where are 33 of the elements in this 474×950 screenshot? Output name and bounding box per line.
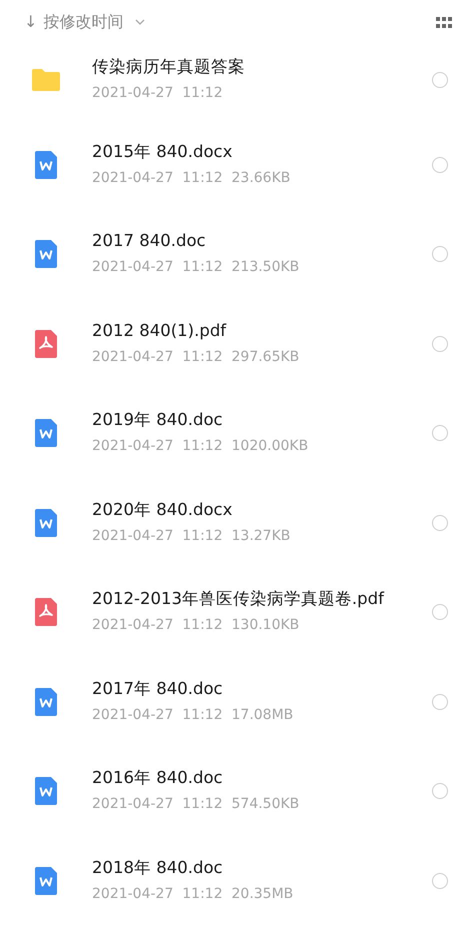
file-name: 2016年 840.doc: [92, 767, 224, 788]
select-radio[interactable]: [432, 694, 448, 710]
select-radio[interactable]: [432, 514, 448, 531]
select-radio[interactable]: [432, 872, 448, 889]
select-radio[interactable]: [432, 425, 448, 442]
select-radio[interactable]: [432, 604, 448, 620]
file-name: 2018年 840.doc: [92, 856, 224, 878]
caret-icon: [135, 19, 146, 25]
file-name: 2020年 840.docx: [92, 498, 234, 520]
select-radio[interactable]: [432, 783, 448, 800]
file-details: 2021-04-27 11:12 213.50KB: [92, 258, 300, 278]
file-details: 2021-04-27 11:12 17.08MB: [92, 706, 294, 725]
file-details: 2021-04-27 11:12: [92, 84, 224, 104]
file-details: 2021-04-27 11:12 13.27KB: [92, 526, 292, 546]
file-details: 2021-04-27 11:12 1020.00KB: [92, 437, 310, 456]
file-name: 2017 840.doc: [92, 230, 207, 252]
file-details: 2021-04-27 11:12 23.66KB: [92, 168, 292, 188]
file-name: 2012-2013年兽医传染病学真题卷.pdf: [92, 588, 386, 610]
file-name: 2017年 840.doc: [92, 678, 224, 699]
sort-button[interactable]: ↓ 按修改时间: [24, 10, 146, 34]
select-radio[interactable]: [432, 156, 448, 173]
file-name: 2015年 840.docx: [92, 140, 234, 162]
file-details: 2021-04-27 11:12 20.35MB: [92, 884, 294, 904]
file-details: 2021-04-27 11:12 297.65KB: [92, 348, 300, 367]
file-name: 2012 840(1).pdf: [92, 320, 228, 341]
grid-view-icon[interactable]: [436, 16, 452, 28]
file-name: 2019年 840.doc: [92, 409, 224, 430]
select-radio[interactable]: [432, 246, 448, 262]
file-details: 2021-04-27 11:12 574.50KB: [92, 795, 300, 814]
file-details: 2021-04-27 11:12 130.10KB: [92, 616, 300, 636]
file-name: 传染病历年真题答案: [92, 56, 246, 78]
select-radio[interactable]: [432, 72, 448, 88]
select-radio[interactable]: [432, 336, 448, 352]
